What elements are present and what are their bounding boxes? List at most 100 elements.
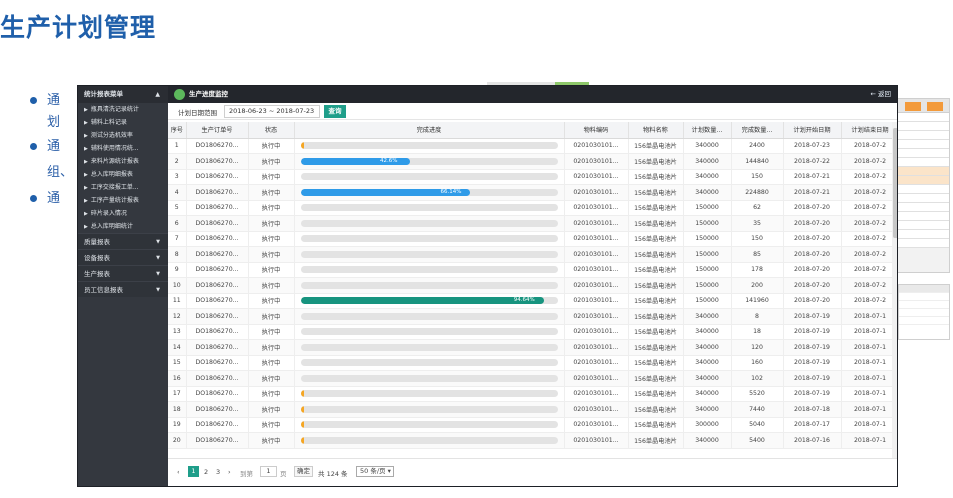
bullet-continuation: 组、 (47, 165, 74, 180)
page-3-button[interactable]: 3 (216, 468, 220, 476)
column-header[interactable]: 完成进度 (294, 122, 565, 139)
goto-confirm-button[interactable]: 确定 (294, 466, 313, 477)
prev-page-icon[interactable]: ‹ (177, 468, 180, 476)
table-row[interactable]: 8 DO1806270... 执行中 0201030101... 156单晶电池片 150… (168, 246, 897, 263)
table-row[interactable]: 13 DO1806270... 执行中 0201030101... 156单晶电池片 34… (168, 324, 897, 340)
column-header[interactable]: 完成数量... (731, 122, 784, 139)
table-row[interactable]: 18 DO1806270... 执行中 0201030101... 156单晶电池片 34… (168, 401, 897, 418)
table-row[interactable]: 1 DO1806270... 执行中 0201030101... 156单晶电池片 340… (168, 138, 897, 154)
cell-material-name: 156单晶电池片 (628, 200, 684, 216)
table-row[interactable]: 9 DO1806270... 执行中 0201030101... 156单晶电池片 150… (168, 262, 897, 278)
sidebar-item[interactable]: ▶ 来料片源统计报表 (78, 155, 168, 168)
cell-no: 7 (168, 231, 187, 247)
table-row[interactable]: 12 DO1806270... 执行中 0201030101... 156单晶电池片 34… (168, 308, 897, 325)
cell-material-code: 0201030101... (564, 138, 629, 154)
sidebar-header[interactable]: 统计报表菜单 ▲ (78, 86, 168, 103)
sidebar-item-label: 工序产量统计报表 (90, 197, 139, 204)
cell-done-qty: 7440 (731, 401, 784, 418)
table-row[interactable]: 3 DO1806270... 执行中 0201030101... 156单晶电池片 340… (168, 169, 897, 185)
sidebar-group[interactable]: 设备报表 ▼ (78, 249, 168, 265)
page-1-button[interactable]: 1 (188, 466, 199, 477)
table-row[interactable]: 6 DO1806270... 执行中 0201030101... 156单晶电池片 150… (168, 215, 897, 232)
pagination: ‹ 1 2 3 › 到第 1 页 确定 共 124 条 50 条/页 ▾ (168, 458, 897, 486)
progress-bar (300, 328, 558, 336)
filter-bar: 计划日期范围 2018-06-23 ~ 2018-07-23 查询 (168, 103, 897, 120)
sidebar-item-label: 工序交接报工单... (90, 184, 139, 191)
cell-order: DO1806270... (186, 417, 249, 433)
cell-status: 执行中 (248, 293, 295, 309)
sidebar-group[interactable]: 生产报表 ▼ (78, 265, 168, 281)
table-row[interactable]: 4 DO1806270... 执行中 66.14% 0201030101... 156单晶… (168, 184, 897, 201)
sidebar-item[interactable]: ▶ 辅料使用情况统... (78, 142, 168, 155)
cell-no: 19 (168, 417, 187, 433)
cell-end: 2018-07-1 (841, 339, 897, 356)
sidebar-item[interactable]: ▶ 瓶具清洗记录统计 (78, 103, 168, 116)
cell-done-qty: 18 (731, 324, 784, 340)
cell-end: 2018-07-1 (841, 401, 897, 418)
cell-order: DO1806270... (186, 200, 249, 216)
goto-page-input[interactable]: 1 (260, 466, 277, 477)
table-row[interactable]: 10 DO1806270... 执行中 0201030101... 156单晶电池片 15… (168, 277, 897, 294)
table-row[interactable]: 16 DO1806270... 执行中 0201030101... 156单晶电池片 34… (168, 370, 897, 387)
sidebar-item[interactable]: ▶ 工序产量统计报表 (78, 194, 168, 207)
cell-material-code: 0201030101... (564, 246, 629, 263)
cell-end: 2018-07-2 (841, 200, 897, 216)
table-row[interactable]: 15 DO1806270... 执行中 0201030101... 156单晶电池片 34… (168, 355, 897, 371)
sidebar-item-label: 辅料上料记录 (90, 119, 127, 126)
table-row[interactable]: 14 DO1806270... 执行中 0201030101... 156单晶电池片 34… (168, 339, 897, 356)
cell-material-name: 156单晶电池片 (628, 401, 684, 418)
cell-order: DO1806270... (186, 324, 249, 340)
table-row[interactable]: 2 DO1806270... 执行中 42.6% 0201030101... 156单晶电… (168, 153, 897, 170)
page-2-button[interactable]: 2 (204, 468, 208, 476)
cell-material-code: 0201030101... (564, 277, 629, 294)
page-size-select[interactable]: 50 条/页 ▾ (356, 466, 394, 477)
sidebar-group[interactable]: 员工信息报表 ▼ (78, 281, 168, 297)
next-page-icon[interactable]: › (228, 468, 231, 476)
column-header[interactable]: 序号 (168, 122, 187, 139)
column-header[interactable]: 计划开始日期 (783, 122, 842, 139)
query-button[interactable]: 查询 (324, 105, 346, 118)
progress-bar (300, 405, 558, 413)
column-header[interactable]: 物料名称 (628, 122, 684, 139)
sidebar-item-label: 总入库明细报表 (90, 171, 133, 178)
cell-no: 15 (168, 355, 187, 371)
cell-end: 2018-07-2 (841, 215, 897, 232)
sidebar-group[interactable]: 质量报表 ▼ (78, 233, 168, 249)
progress-label: 42.6% (379, 157, 398, 164)
column-header[interactable]: 状态 (248, 122, 295, 139)
sidebar-item[interactable]: ▶ 总入库明细报表 (78, 168, 168, 181)
column-header[interactable]: 计划数量... (683, 122, 732, 139)
table-row[interactable]: 11 DO1806270... 执行中 94.64% 0201030101... 156单… (168, 293, 897, 309)
vertical-scrollbar[interactable] (892, 122, 897, 458)
table-row[interactable]: 20 DO1806270... 执行中 0201030101... 156单晶电池片 34… (168, 432, 897, 449)
progress-bar (300, 359, 558, 367)
back-button[interactable]: ← 返回 (870, 86, 891, 103)
cell-plan-qty: 300000 (683, 417, 732, 433)
sidebar-item[interactable]: ▶ 总入库明细统计 (78, 220, 168, 233)
chevron-down-icon: ▼ (156, 287, 160, 293)
column-header[interactable]: 计划结束日期 (841, 122, 897, 139)
cell-end: 2018-07-1 (841, 417, 897, 433)
column-header[interactable]: 生产订单号 (186, 122, 249, 139)
column-header[interactable]: 物料编码 (564, 122, 629, 139)
sidebar-item[interactable]: ▶ 辅料上料记录 (78, 116, 168, 129)
table-row[interactable]: 19 DO1806270... 执行中 0201030101... 156单晶电池片 30… (168, 417, 897, 433)
date-range-input[interactable]: 2018-06-23 ~ 2018-07-23 (224, 105, 320, 118)
cell-status: 执行中 (248, 184, 295, 201)
cell-status: 执行中 (248, 215, 295, 232)
bullet-dot-icon (30, 97, 37, 104)
table-row[interactable]: 5 DO1806270... 执行中 0201030101... 156单晶电池片 150… (168, 200, 897, 216)
sidebar-item[interactable]: ▶ 测试分选机效率 (78, 129, 168, 142)
table-row[interactable]: 7 DO1806270... 执行中 0201030101... 156单晶电池片 150… (168, 231, 897, 247)
sidebar-item[interactable]: ▶ 工序交接报工单... (78, 181, 168, 194)
progress-bar: 66.14% (300, 188, 558, 196)
scrollbar-thumb[interactable] (893, 128, 897, 238)
sidebar-item[interactable]: ▶ 碎片录入情况 (78, 207, 168, 220)
cell-status: 执行中 (248, 324, 295, 340)
cell-material-name: 156单晶电池片 (628, 277, 684, 294)
cell-material-name: 156单晶电池片 (628, 262, 684, 278)
table-row[interactable]: 17 DO1806270... 执行中 0201030101... 156单晶电池片 34… (168, 386, 897, 402)
sidebar-group-label: 设备报表 (84, 254, 110, 262)
cell-status: 执行中 (248, 432, 295, 449)
cell-status: 执行中 (248, 277, 295, 294)
